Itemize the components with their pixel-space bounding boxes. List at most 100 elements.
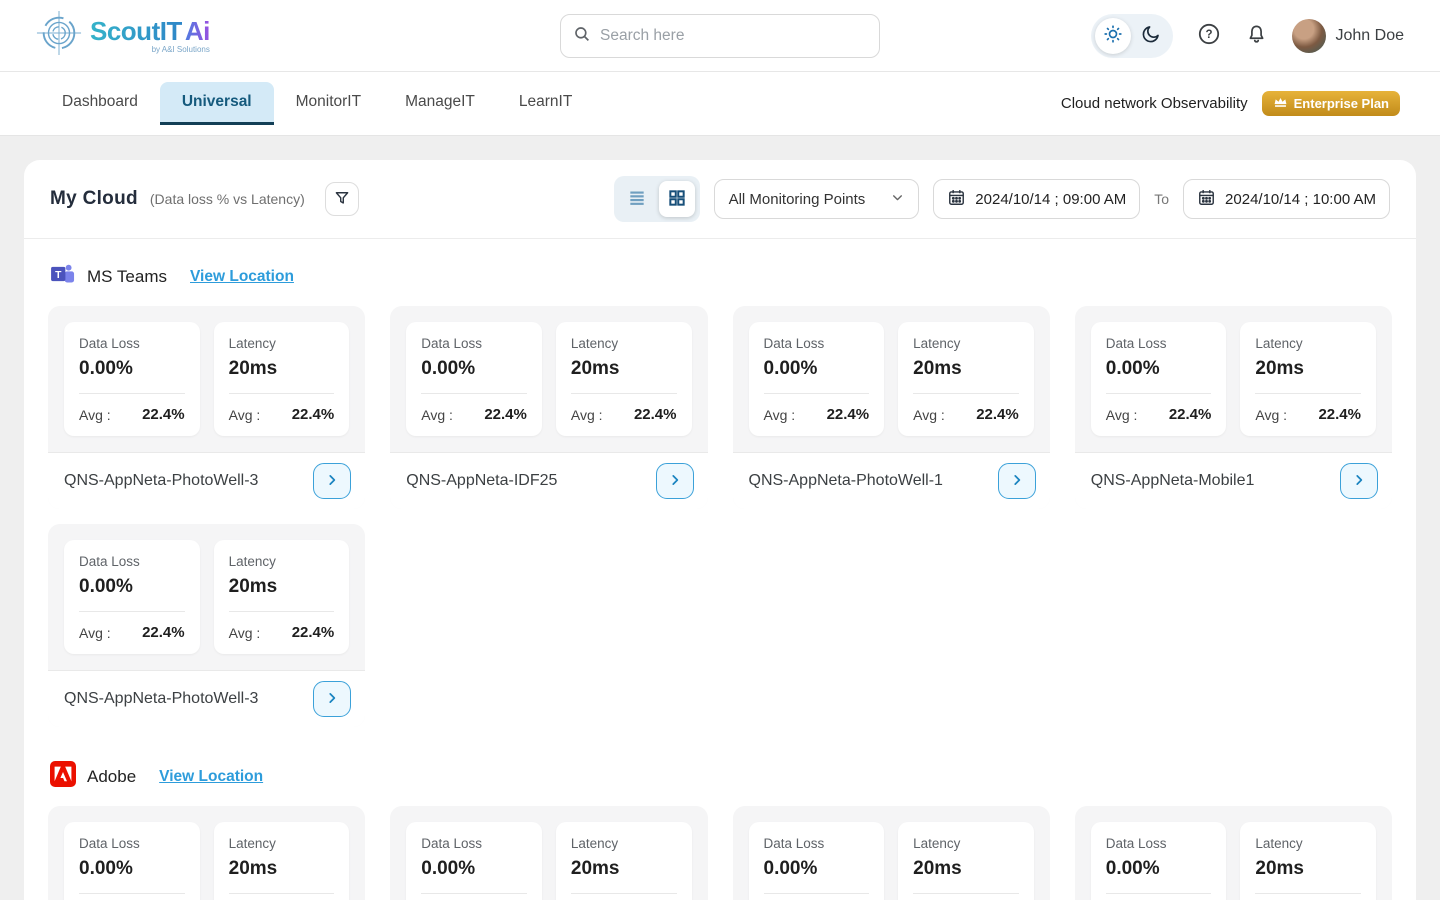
tab-dashboard[interactable]: Dashboard [40, 82, 160, 125]
chevron-right-icon [325, 691, 339, 708]
list-view-icon [627, 188, 647, 211]
data-loss-value: 0.00% [764, 358, 870, 380]
divider [421, 893, 527, 894]
avg-label: Avg : [571, 407, 603, 423]
avg-label: Avg : [1106, 407, 1138, 423]
monitor-card: Data Loss 0.00% Avg :22.4% Latency 20ms … [390, 306, 707, 509]
data-loss-value: 0.00% [1106, 358, 1212, 380]
bell-icon [1245, 23, 1268, 49]
date-to-picker[interactable]: 2024/10/14 ; 10:00 AM [1183, 179, 1390, 219]
crosshair-logo-icon [36, 10, 82, 61]
chevron-right-icon [668, 473, 682, 490]
tab-universal[interactable]: Universal [160, 82, 274, 125]
divider [229, 393, 335, 394]
data-loss-value: 0.00% [79, 858, 185, 880]
page-title: My Cloud [50, 188, 138, 210]
svg-text:?: ? [1205, 29, 1212, 41]
metric-label: Latency [1255, 836, 1361, 851]
card-details-button[interactable] [313, 681, 351, 717]
avg-label: Avg : [913, 407, 945, 423]
divider [571, 893, 677, 894]
card-details-button[interactable] [656, 463, 694, 499]
tab-monitorit[interactable]: MonitorIT [274, 82, 383, 125]
data-loss-metric: Data Loss 0.00% Avg :22.4% [64, 322, 200, 436]
divider [1106, 393, 1212, 394]
grid-view-icon [667, 188, 687, 211]
search-input[interactable] [600, 27, 867, 45]
card-title: QNS-AppNeta-IDF25 [406, 472, 557, 490]
latency-metric: Latency 20ms Avg :22.4% [214, 540, 350, 654]
sun-icon [1103, 24, 1123, 47]
card-details-button[interactable] [998, 463, 1036, 499]
app-logo[interactable]: ScoutITAi by A&I Solutions [36, 10, 210, 61]
list-view-button[interactable] [619, 181, 655, 217]
tab-learnit[interactable]: LearnIT [497, 82, 594, 125]
data-loss-value: 0.00% [421, 858, 527, 880]
page-subtitle: (Data loss % vs Latency) [150, 191, 305, 207]
view-location-link[interactable]: View Location [190, 268, 294, 286]
monitor-card: Data Loss 0.00% Avg :22.4% Latency 20ms … [390, 806, 707, 900]
avg-label: Avg : [79, 407, 111, 423]
enterprise-plan-badge[interactable]: Enterprise Plan [1262, 91, 1400, 116]
card-details-button[interactable] [313, 463, 351, 499]
latency-value: 20ms [229, 576, 335, 598]
data-loss-metric: Data Loss 0.00% Avg :22.4% [64, 540, 200, 654]
grid-view-button[interactable] [659, 181, 695, 217]
monitor-card: Data Loss 0.00% Avg :22.4% Latency 20ms … [48, 306, 365, 509]
latency-value: 20ms [571, 858, 677, 880]
data-loss-metric: Data Loss 0.00% Avg :22.4% [1091, 322, 1227, 436]
monitor-card: Data Loss 0.00% Avg :22.4% Latency 20ms … [1075, 806, 1392, 900]
divider [79, 893, 185, 894]
avg-value: 22.4% [1318, 406, 1361, 423]
avg-value: 22.4% [634, 406, 677, 423]
latency-metric: Latency 20ms Avg :22.4% [1240, 822, 1376, 900]
dark-mode-button[interactable] [1133, 18, 1169, 54]
funnel-icon [333, 189, 351, 210]
latency-metric: Latency 20ms Avg :22.4% [898, 822, 1034, 900]
card-title: QNS-AppNeta-PhotoWell-1 [749, 472, 943, 490]
ms-teams-cards-grid: Data Loss 0.00% Avg :22.4% Latency 20ms … [48, 306, 1392, 727]
latency-value: 20ms [571, 358, 677, 380]
svg-text:T: T [55, 270, 62, 281]
avg-value: 22.4% [142, 624, 185, 641]
divider [79, 393, 185, 394]
avg-value: 22.4% [827, 406, 870, 423]
moon-icon [1141, 24, 1161, 47]
divider [1255, 893, 1361, 894]
monitor-card: Data Loss 0.00% Avg :22.4% Latency 20ms … [1075, 306, 1392, 509]
my-cloud-panel: My Cloud (Data loss % vs Latency) [24, 160, 1416, 900]
metric-label: Data Loss [764, 336, 870, 351]
card-details-button[interactable] [1340, 463, 1378, 499]
divider [1255, 393, 1361, 394]
filter-button[interactable] [325, 182, 359, 216]
divider [229, 893, 335, 894]
divider [571, 393, 677, 394]
monitor-card: Data Loss 0.00% Avg :22.4% Latency 20ms … [48, 806, 365, 900]
logo-tagline: by A&I Solutions [90, 46, 210, 54]
section-name: MS Teams [87, 267, 167, 287]
ms-teams-icon: T [50, 261, 76, 292]
chevron-down-icon [891, 191, 904, 208]
primary-nav: Dashboard Universal MonitorIT ManageIT L… [0, 72, 1440, 136]
latency-metric: Latency 20ms Avg :22.4% [214, 822, 350, 900]
calendar-icon [1197, 188, 1216, 211]
monitoring-points-dropdown[interactable]: All Monitoring Points [714, 179, 920, 219]
user-menu[interactable]: John Doe [1292, 19, 1405, 53]
notifications-button[interactable] [1245, 23, 1268, 49]
date-from-picker[interactable]: 2024/10/14 ; 09:00 AM [933, 179, 1140, 219]
avg-value: 22.4% [1169, 406, 1212, 423]
view-location-link[interactable]: View Location [159, 768, 263, 786]
avg-label: Avg : [229, 407, 261, 423]
data-loss-metric: Data Loss 0.00% Avg :22.4% [64, 822, 200, 900]
light-mode-button[interactable] [1095, 18, 1131, 54]
metric-label: Data Loss [79, 336, 185, 351]
help-button[interactable]: ? [1197, 22, 1221, 49]
metric-label: Data Loss [79, 554, 185, 569]
user-name: John Doe [1336, 27, 1405, 45]
tab-manageit[interactable]: ManageIT [383, 82, 497, 125]
metric-label: Data Loss [79, 836, 185, 851]
monitor-card: Data Loss 0.00% Avg :22.4% Latency 20ms … [733, 306, 1050, 509]
data-loss-value: 0.00% [1106, 858, 1212, 880]
chevron-right-icon [325, 473, 339, 490]
avg-label: Avg : [1255, 407, 1287, 423]
